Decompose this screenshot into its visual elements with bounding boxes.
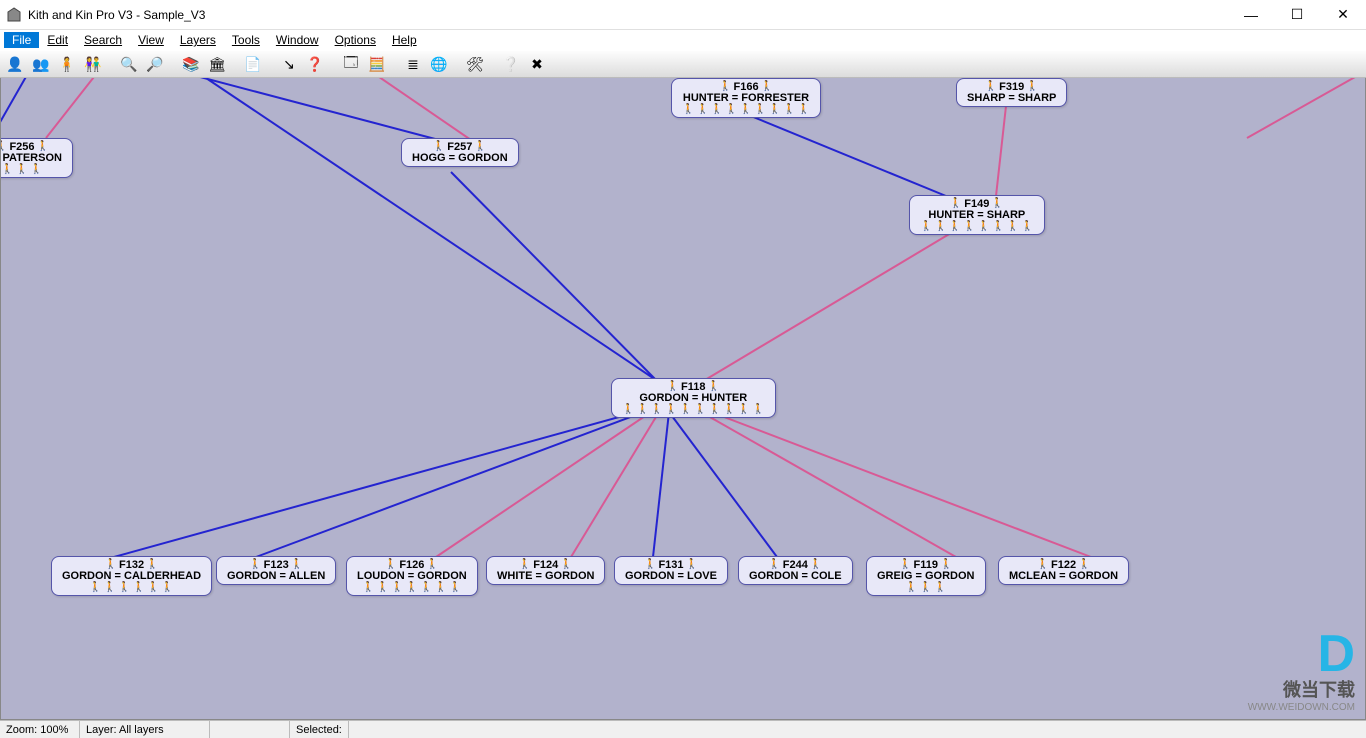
family-names: GORDON = COLE: [749, 570, 842, 582]
question-pointer-icon[interactable]: ❓: [304, 53, 326, 75]
window-icon[interactable]: 🗔: [340, 53, 362, 75]
menubar: FileEditSearchViewLayersToolsWindowOptio…: [0, 30, 1366, 50]
menu-window[interactable]: Window: [268, 32, 327, 48]
pointer-red-icon[interactable]: ↘: [278, 53, 300, 75]
family-id: F256: [9, 142, 34, 152]
family-f244[interactable]: 🚶 F244 🚶GORDON = COLE: [738, 556, 853, 585]
columns-icon[interactable]: 🏛: [206, 53, 228, 75]
family-names: HUNTER = FORRESTER: [682, 92, 810, 104]
calculator-icon[interactable]: 🧮: [366, 53, 388, 75]
family-group-icon[interactable]: 👥: [30, 53, 52, 75]
zoom-in-icon[interactable]: 🔍: [118, 53, 140, 75]
family-names: MCLEAN = GORDON: [1009, 570, 1118, 582]
family-id: F131: [658, 560, 683, 570]
family-f319[interactable]: 🚶 F319 🚶SHARP = SHARP: [956, 78, 1067, 107]
status-layer: Layer: All layers: [80, 721, 210, 738]
minimize-button[interactable]: —: [1228, 0, 1274, 29]
family-names: GORDON = ALLEN: [227, 570, 325, 582]
watermark-url: WWW.WEIDOWN.COM: [1248, 702, 1355, 713]
family-id: F132: [119, 560, 144, 570]
page-icon[interactable]: 📄: [242, 53, 264, 75]
family-names: N = PATERSON: [0, 152, 62, 164]
family-names: HUNTER = SHARP: [920, 209, 1034, 221]
family-id: F166: [734, 82, 759, 92]
watermark-text-cn: 微当下载: [1248, 676, 1355, 702]
globe-icon[interactable]: 🌐: [428, 53, 450, 75]
family-f123[interactable]: 🚶 F123 🚶GORDON = ALLEN: [216, 556, 336, 585]
family-id: F119: [914, 560, 938, 570]
family-f149[interactable]: 🚶 F149 🚶HUNTER = SHARP🚶🚶🚶🚶🚶🚶🚶🚶: [909, 195, 1045, 235]
window-title: Kith and Kin Pro V3 - Sample_V3: [28, 8, 1228, 22]
family-f124[interactable]: 🚶 F124 🚶WHITE = GORDON: [486, 556, 605, 585]
menu-options[interactable]: Options: [327, 32, 384, 48]
menu-file[interactable]: File: [4, 32, 39, 48]
family-f256[interactable]: 🚶 F256 🚶N = PATERSON🚶🚶🚶: [0, 138, 73, 178]
status-selected: Selected:: [290, 721, 349, 738]
family-id: F149: [964, 199, 989, 209]
family-id: F124: [533, 560, 558, 570]
close-button[interactable]: ✕: [1320, 0, 1366, 29]
person-blue-icon[interactable]: 🧍: [56, 53, 78, 75]
family-f126[interactable]: 🚶 F126 🚶LOUDON = GORDON🚶🚶🚶🚶🚶🚶🚶: [346, 556, 478, 596]
status-zoom: Zoom: 100%: [0, 721, 80, 738]
family-f132[interactable]: 🚶 F132 🚶GORDON = CALDERHEAD🚶🚶🚶🚶🚶🚶: [51, 556, 212, 596]
family-names: WHITE = GORDON: [497, 570, 594, 582]
close-red-icon[interactable]: ✖: [526, 53, 548, 75]
toolbar: 👤👥🧍👫 🔍🔎 📚🏛 📄 ↘❓ 🗔🧮 ≣🌐 🛠 ❔✖: [0, 50, 1366, 78]
family-id: F118: [681, 382, 705, 392]
family-f131[interactable]: 🚶 F131 🚶GORDON = LOVE: [614, 556, 728, 585]
titlebar: Kith and Kin Pro V3 - Sample_V3 — ☐ ✕: [0, 0, 1366, 30]
family-names: HOGG = GORDON: [412, 152, 508, 164]
menu-edit[interactable]: Edit: [39, 32, 76, 48]
family-names: LOUDON = GORDON: [357, 570, 467, 582]
tool-icon[interactable]: 🛠: [464, 53, 486, 75]
family-names: GORDON = HUNTER: [622, 392, 765, 404]
menu-help[interactable]: Help: [384, 32, 425, 48]
lines-icon[interactable]: ≣: [402, 53, 424, 75]
zoom-out-icon[interactable]: 🔎: [144, 53, 166, 75]
tree-canvas[interactable]: D 微当下载 WWW.WEIDOWN.COM 🚶 F256 🚶N = PATER…: [0, 78, 1366, 720]
family-id: F257: [447, 142, 472, 152]
menu-search[interactable]: Search: [76, 32, 130, 48]
family-id: F319: [999, 82, 1024, 92]
statusbar: Zoom: 100% Layer: All layers Selected:: [0, 720, 1366, 738]
help-icon[interactable]: ❔: [500, 53, 522, 75]
family-id: F126: [399, 560, 424, 570]
menu-tools[interactable]: Tools: [224, 32, 268, 48]
family-names: GORDON = CALDERHEAD: [62, 570, 201, 582]
family-f118[interactable]: 🚶 F118 🚶GORDON = HUNTER🚶🚶🚶🚶🚶🚶🚶🚶🚶🚶: [611, 378, 776, 418]
family-f122[interactable]: 🚶 F122 🚶MCLEAN = GORDON: [998, 556, 1129, 585]
family-f166[interactable]: 🚶 F166 🚶HUNTER = FORRESTER🚶🚶🚶🚶🚶🚶🚶🚶🚶: [671, 78, 821, 118]
maximize-button[interactable]: ☐: [1274, 0, 1320, 29]
family-id: F122: [1051, 560, 1076, 570]
family-names: GORDON = LOVE: [625, 570, 717, 582]
app-icon: [6, 7, 22, 23]
watermark-logo: D: [1248, 632, 1355, 676]
books-icon[interactable]: 📚: [180, 53, 202, 75]
watermark: D 微当下载 WWW.WEIDOWN.COM: [1248, 632, 1355, 713]
person-red-icon[interactable]: 👤: [4, 53, 26, 75]
family-f257[interactable]: 🚶 F257 🚶HOGG = GORDON: [401, 138, 519, 167]
family-f119[interactable]: 🚶 F119 🚶GREIG = GORDON🚶🚶🚶: [866, 556, 986, 596]
family-names: GREIG = GORDON: [877, 570, 975, 582]
menu-layers[interactable]: Layers: [172, 32, 224, 48]
couple-icon[interactable]: 👫: [82, 53, 104, 75]
menu-view[interactable]: View: [130, 32, 172, 48]
family-id: F123: [264, 560, 289, 570]
family-id: F244: [783, 560, 808, 570]
family-names: SHARP = SHARP: [967, 92, 1056, 104]
